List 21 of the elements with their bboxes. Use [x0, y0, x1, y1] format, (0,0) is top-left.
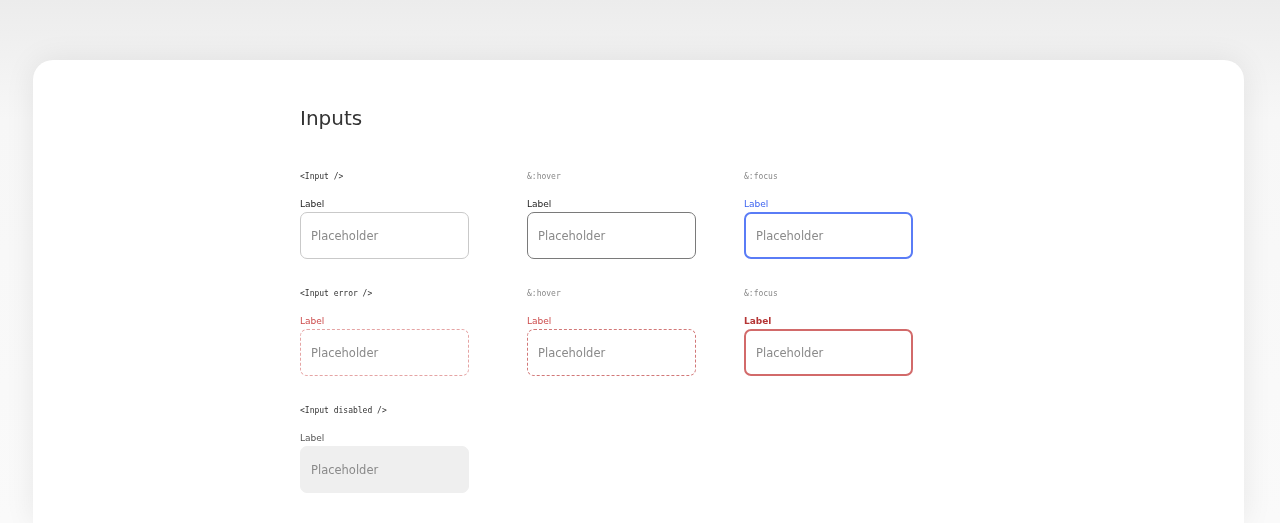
input-field[interactable]: Placeholder — [744, 329, 913, 376]
input-field[interactable]: Placeholder — [300, 329, 469, 376]
component-caption: &:hover — [527, 289, 562, 300]
input-field[interactable]: Placeholder — [300, 212, 469, 259]
field-label: Label — [744, 316, 772, 326]
input-field[interactable]: Placeholder — [744, 212, 913, 259]
component-caption: <Input disabled /> — [300, 406, 388, 417]
field-label: Label — [300, 433, 325, 443]
component-caption: &:focus — [744, 289, 779, 300]
field-label: Label — [300, 199, 325, 209]
field-label: Label — [527, 316, 552, 326]
page-title: Inputs — [300, 106, 363, 130]
component-caption: &:focus — [744, 172, 779, 183]
component-caption: <Input /> — [300, 172, 345, 183]
field-label: Label — [744, 199, 769, 209]
component-caption: <Input error /> — [300, 289, 374, 300]
input-field[interactable]: Placeholder — [527, 212, 696, 259]
component-caption: &:hover — [527, 172, 562, 183]
field-label: Label — [300, 316, 325, 326]
field-label: Label — [527, 199, 552, 209]
input-field[interactable]: Placeholder — [527, 329, 696, 376]
